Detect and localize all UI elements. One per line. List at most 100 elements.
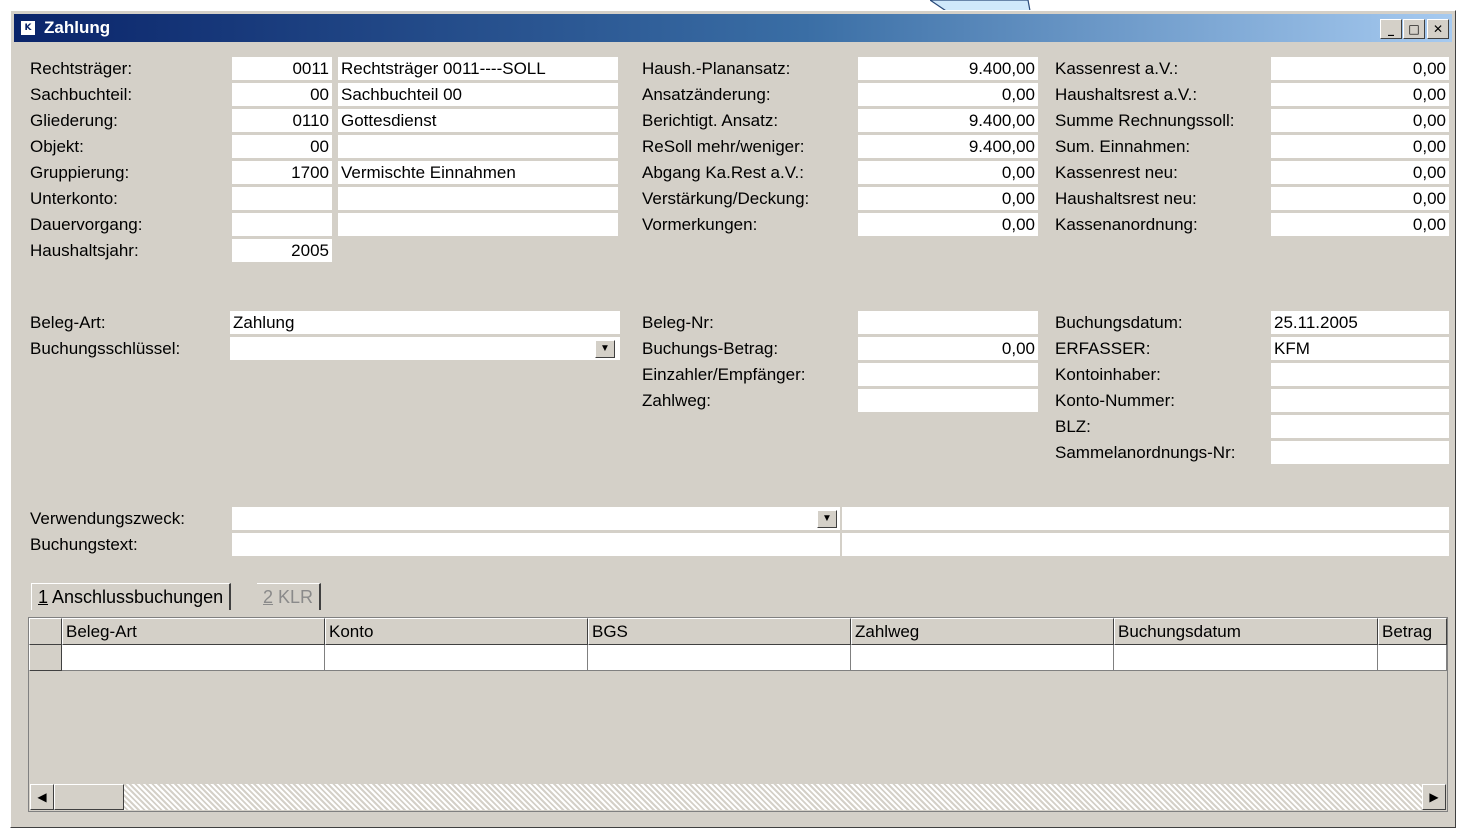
- table-cell[interactable]: [1378, 645, 1447, 671]
- field-buchungsdatum[interactable]: 25.11.2005: [1271, 311, 1449, 334]
- field-sachbuchteil-text[interactable]: Sachbuchteil 00: [338, 83, 618, 106]
- field-berichtigt-ansatz[interactable]: 9.400,00: [858, 109, 1038, 132]
- label-planansatz: Haush.-Planansatz:: [642, 59, 791, 78]
- column-header-konto[interactable]: Konto: [325, 618, 588, 645]
- table-cell[interactable]: [62, 645, 325, 671]
- field-sachbuchteil-code[interactable]: 00: [232, 83, 332, 106]
- column-header-buchungsdatum[interactable]: Buchungsdatum: [1114, 618, 1378, 645]
- field-sammelanordnungs-nr[interactable]: [1271, 441, 1449, 464]
- label-sachbuchteil: Sachbuchteil:: [30, 85, 133, 104]
- field-verstaerkung[interactable]: 0,00: [858, 187, 1038, 210]
- chevron-down-icon[interactable]: ▼: [817, 510, 837, 528]
- label-konto-nummer: Konto-Nummer:: [1055, 391, 1175, 410]
- row-header-corner: [29, 618, 62, 645]
- field-haushaltsrest-neu[interactable]: 0,00: [1271, 187, 1449, 210]
- title-bar[interactable]: K Zahlung _ □ ✕: [14, 14, 1452, 42]
- column-header-bgs[interactable]: BGS: [588, 618, 851, 645]
- field-beleg-nr[interactable]: [858, 311, 1038, 334]
- field-blz[interactable]: [1271, 415, 1449, 438]
- label-beleg-art: Beleg-Art:: [30, 313, 106, 332]
- horizontal-scrollbar[interactable]: ◀ ▶: [30, 784, 1446, 810]
- label-kassenanordnung: Kassenanordnung:: [1055, 215, 1198, 234]
- label-ansatzaenderung: Ansatzänderung:: [642, 85, 771, 104]
- label-einzahler: Einzahler/Empfänger:: [642, 365, 806, 384]
- field-einzahler[interactable]: [858, 363, 1038, 386]
- field-haushaltsrest-av[interactable]: 0,00: [1271, 83, 1449, 106]
- chevron-down-icon[interactable]: ▼: [595, 340, 615, 358]
- field-unterkonto-text[interactable]: [338, 187, 618, 210]
- field-buchungstext[interactable]: [232, 533, 840, 556]
- field-ansatzaenderung[interactable]: 0,00: [858, 83, 1038, 106]
- field-kassenrest-neu[interactable]: 0,00: [1271, 161, 1449, 184]
- row-selector[interactable]: [29, 645, 62, 671]
- field-kontoinhaber[interactable]: [1271, 363, 1449, 386]
- tab-anschlussbuchungen[interactable]: 1 Anschlussbuchungen: [31, 583, 232, 610]
- field-rechtstraeger-text[interactable]: Rechtsträger 0011----SOLL: [338, 57, 618, 80]
- maximize-button[interactable]: □: [1403, 19, 1425, 39]
- field-kassenrest-av[interactable]: 0,00: [1271, 57, 1449, 80]
- field-rechtstraeger-code[interactable]: 0011: [232, 57, 332, 80]
- field-objekt-code[interactable]: 00: [232, 135, 332, 158]
- label-kassenrest-av: Kassenrest a.V.:: [1055, 59, 1179, 78]
- tab-1-mnemonic: 1: [38, 587, 49, 607]
- field-konto-nummer[interactable]: [1271, 389, 1449, 412]
- field-verwendungszweck-extra[interactable]: [842, 507, 1449, 530]
- field-summe-rechnungssoll[interactable]: 0,00: [1271, 109, 1449, 132]
- field-resoll[interactable]: 9.400,00: [858, 135, 1038, 158]
- label-buchungsdatum: Buchungsdatum:: [1055, 313, 1183, 332]
- field-abgang-karest[interactable]: 0,00: [858, 161, 1038, 184]
- field-gliederung-code[interactable]: 0110: [232, 109, 332, 132]
- field-dauervorgang-code[interactable]: [232, 213, 332, 236]
- label-berichtigt-ansatz: Berichtigt. Ansatz:: [642, 111, 779, 130]
- scroll-right-icon[interactable]: ▶: [1422, 784, 1446, 810]
- scroll-left-icon[interactable]: ◀: [30, 784, 54, 810]
- field-unterkonto-code[interactable]: [232, 187, 332, 210]
- field-buchungstext-extra[interactable]: [842, 533, 1449, 556]
- label-erfasser: ERFASSER:: [1055, 339, 1151, 358]
- label-sammelanordnungs-nr: Sammelanordnungs-Nr:: [1055, 443, 1236, 462]
- anschlussbuchungen-table: Beleg-Art Konto BGS Zahlweg Buchungsdatu…: [28, 617, 1448, 812]
- column-header-beleg-art[interactable]: Beleg-Art: [62, 618, 325, 645]
- label-rechtstraeger: Rechtsträger:: [30, 59, 133, 78]
- column-header-betrag[interactable]: Betrag: [1378, 618, 1447, 645]
- table-cell[interactable]: [851, 645, 1114, 671]
- field-gliederung-text[interactable]: Gottesdienst: [338, 109, 618, 132]
- label-verstaerkung: Verstärkung/Deckung:: [642, 189, 810, 208]
- label-unterkonto: Unterkonto:: [30, 189, 118, 208]
- close-button[interactable]: ✕: [1427, 19, 1449, 39]
- field-dauervorgang-text[interactable]: [338, 213, 618, 236]
- tab-klr[interactable]: 2 KLR: [257, 583, 322, 610]
- label-summe-rechnungssoll: Summe Rechnungssoll:: [1055, 111, 1235, 130]
- label-abgang-karest: Abgang Ka.Rest a.V.:: [642, 163, 804, 182]
- label-kontoinhaber: Kontoinhaber:: [1055, 365, 1161, 384]
- tab-2-mnemonic: 2: [263, 587, 274, 607]
- buchungsschluessel-select[interactable]: [230, 337, 620, 360]
- field-objekt-text[interactable]: [338, 135, 618, 158]
- field-gruppierung-code[interactable]: 1700: [232, 161, 332, 184]
- label-gliederung: Gliederung:: [30, 111, 118, 130]
- table-cell[interactable]: [588, 645, 851, 671]
- scroll-thumb[interactable]: [54, 784, 124, 810]
- label-kassenrest-neu: Kassenrest neu:: [1055, 163, 1178, 182]
- field-zahlweg[interactable]: [858, 389, 1038, 412]
- column-header-zahlweg[interactable]: Zahlweg: [851, 618, 1114, 645]
- table-cell[interactable]: [1114, 645, 1378, 671]
- verwendungszweck-select[interactable]: [232, 507, 840, 530]
- app-icon: K: [20, 20, 36, 36]
- field-planansatz[interactable]: 9.400,00: [858, 57, 1038, 80]
- label-haushaltsjahr: Haushaltsjahr:: [30, 241, 139, 260]
- field-kassenanordnung[interactable]: 0,00: [1271, 213, 1449, 236]
- field-beleg-art[interactable]: Zahlung: [230, 311, 620, 334]
- label-buchungsschluessel: Buchungsschlüssel:: [30, 339, 181, 358]
- minimize-button[interactable]: _: [1380, 19, 1402, 39]
- field-buchungs-betrag[interactable]: 0,00: [858, 337, 1038, 360]
- field-erfasser[interactable]: KFM: [1271, 337, 1449, 360]
- label-buchungs-betrag: Buchungs-Betrag:: [642, 339, 779, 358]
- field-gruppierung-text[interactable]: Vermischte Einnahmen: [338, 161, 618, 184]
- field-vormerkungen[interactable]: 0,00: [858, 213, 1038, 236]
- table-cell[interactable]: [325, 645, 588, 671]
- tab-2-label: KLR: [273, 587, 314, 607]
- field-haushaltsjahr[interactable]: 2005: [232, 239, 332, 262]
- field-sum-einnahmen[interactable]: 0,00: [1271, 135, 1449, 158]
- label-dauervorgang: Dauervorgang:: [30, 215, 143, 234]
